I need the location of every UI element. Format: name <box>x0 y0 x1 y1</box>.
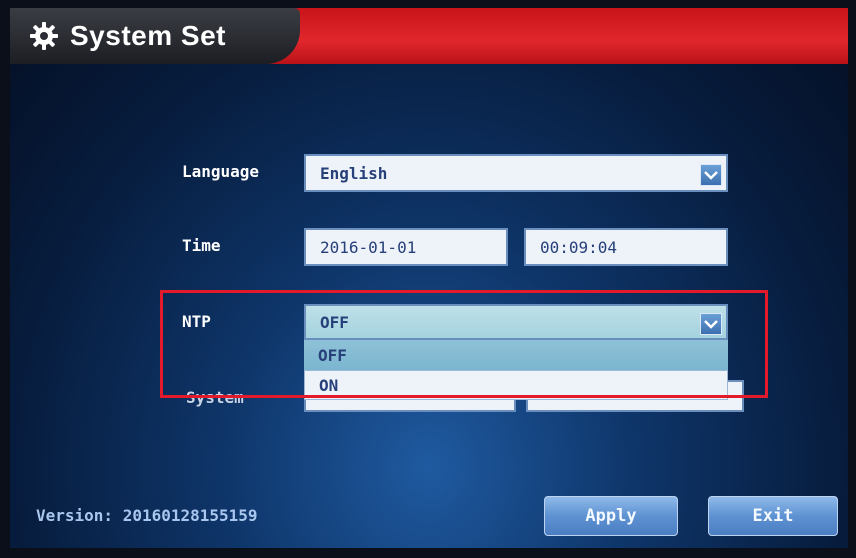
language-value: English <box>320 163 388 183</box>
gear-icon <box>28 20 60 52</box>
language-label: Language <box>182 162 260 181</box>
page-title: System Set <box>70 20 226 51</box>
title-tab: System Set <box>10 8 300 64</box>
time-value: 00:09:04 <box>540 237 618 257</box>
language-select[interactable]: English <box>304 154 728 192</box>
exit-button[interactable]: Exit <box>708 496 838 536</box>
time-field[interactable]: 00:09:04 <box>524 228 728 266</box>
highlight-box <box>160 290 768 398</box>
chevron-down-icon[interactable] <box>700 164 722 186</box>
date-field[interactable]: 2016-01-01 <box>304 228 508 266</box>
time-label: Time <box>182 236 221 255</box>
system-set-screen: System Set Language English Time 2016-01… <box>10 8 848 548</box>
version-text: Version: 20160128155159 <box>36 506 258 525</box>
date-value: 2016-01-01 <box>320 237 417 257</box>
apply-button[interactable]: Apply <box>544 496 678 536</box>
